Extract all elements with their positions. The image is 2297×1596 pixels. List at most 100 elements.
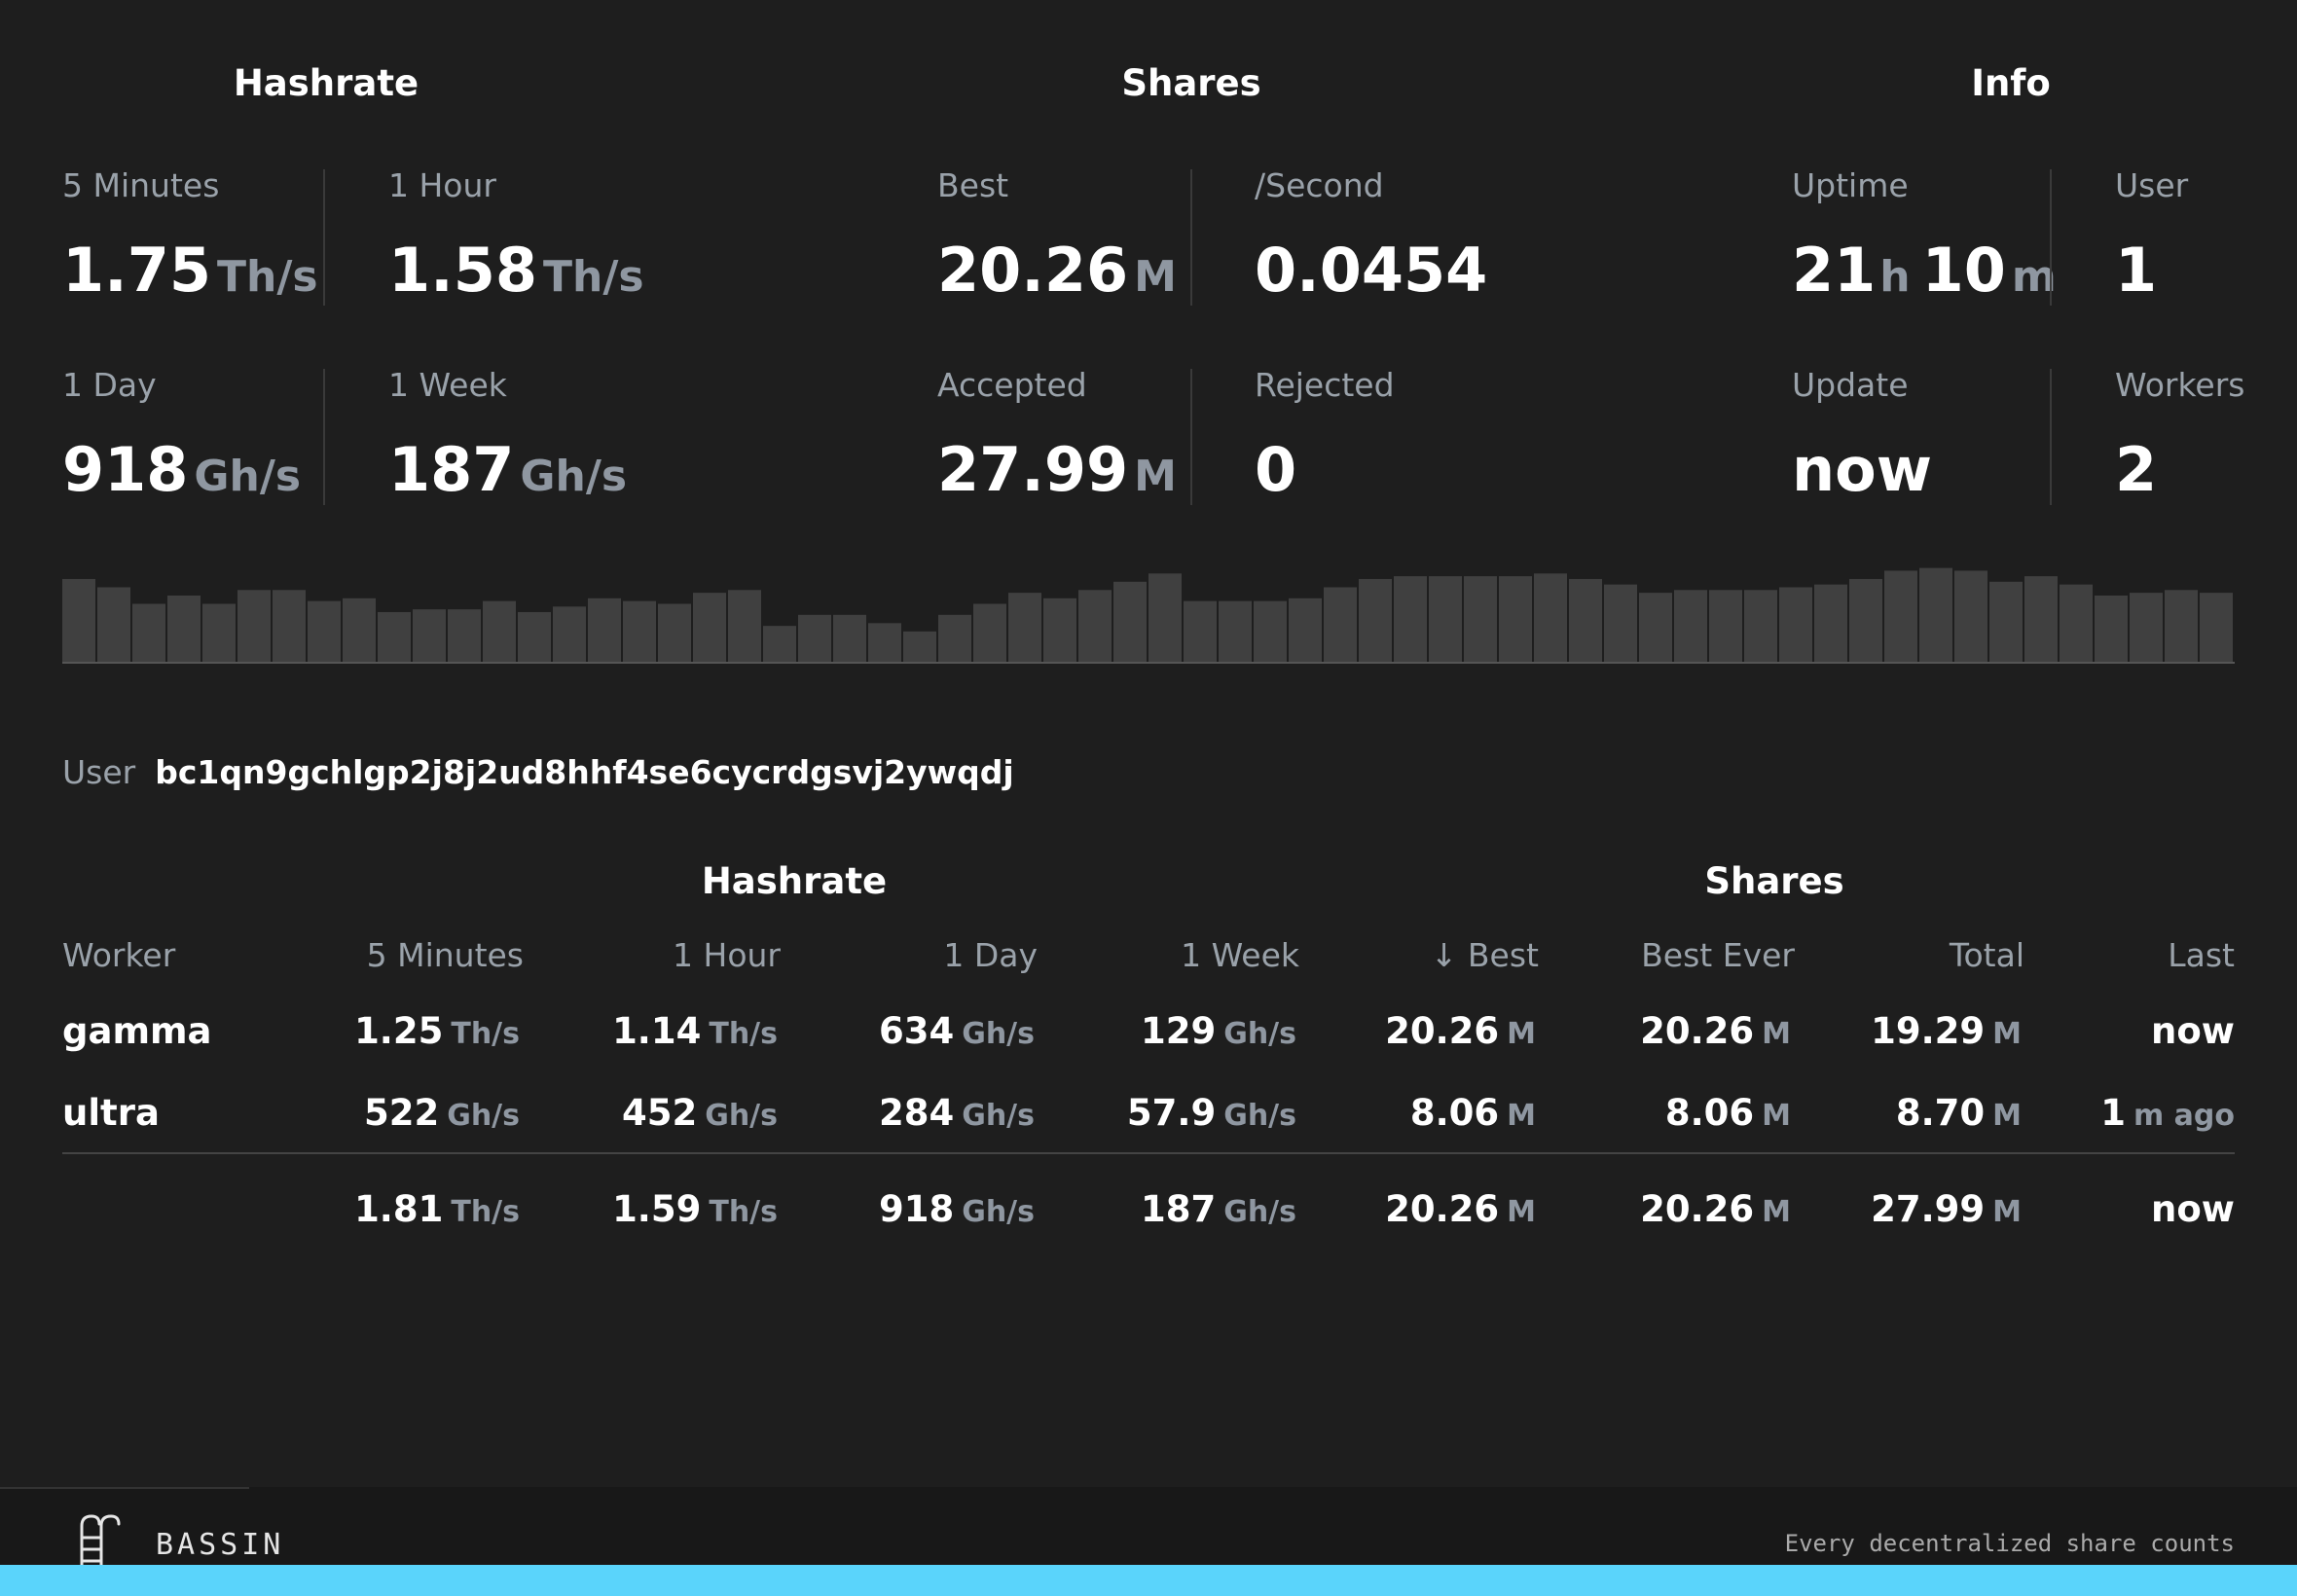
- hashrate-bar: [1008, 593, 1041, 663]
- hashrate-bar: [1254, 600, 1287, 662]
- worker-best-ever: 20.26 M: [1640, 1010, 1791, 1052]
- hashrate-bar: [167, 595, 201, 662]
- hashrate-bar: [1849, 578, 1882, 662]
- column-header-best-ever[interactable]: Best Ever: [1641, 936, 1795, 974]
- hashrate-history-chart: [62, 567, 2235, 664]
- brand-name[interactable]: BASSIN: [156, 1528, 284, 1562]
- column-header-worker[interactable]: Worker: [62, 936, 175, 974]
- hashrate-section-title: Hashrate: [233, 62, 419, 104]
- hashrate-bar: [1219, 600, 1252, 662]
- worker-hashrate-1hour: 1.14 Th/s: [612, 1010, 778, 1052]
- worker-last: now: [2151, 1010, 2235, 1052]
- hashrate-bar: [1043, 598, 1076, 662]
- info-user-stat: User 1: [2115, 169, 2188, 301]
- column-header-1-week[interactable]: 1 Week: [1181, 936, 1299, 974]
- stat-value: 20.26 M: [937, 235, 1177, 306]
- stat-label: Uptime: [1792, 166, 1909, 204]
- hashrate-bar: [2060, 584, 2093, 662]
- stat-value: now: [1792, 434, 1933, 505]
- hashrate-bar: [588, 598, 621, 662]
- hashrate-bar: [763, 626, 796, 662]
- hashrate-bar: [1148, 573, 1182, 662]
- hashrate-bar: [1919, 567, 1952, 662]
- total-last: now: [2151, 1188, 2235, 1230]
- worker-total: 19.29 M: [1871, 1010, 2022, 1052]
- stat-value: 1.58 Th/s: [388, 235, 644, 306]
- stat-value: 0.0454: [1255, 235, 1488, 306]
- hashrate-1week-stat: 1 Week 187 Gh/s: [388, 369, 627, 500]
- hashrate-bar: [1113, 581, 1147, 662]
- hashrate-bar: [202, 603, 236, 662]
- column-header-1-day[interactable]: 1 Day: [943, 936, 1038, 974]
- stat-label: 1 Week: [388, 366, 507, 404]
- hashrate-bar: [378, 611, 411, 662]
- worker-best-ever: 8.06 M: [1664, 1092, 1791, 1134]
- hashrate-bar: [2095, 595, 2128, 662]
- column-header-best-sorted[interactable]: ↓ Best: [1431, 936, 1539, 974]
- hashrate-bar: [343, 598, 376, 662]
- hashrate-bar: [1499, 576, 1532, 662]
- hashrate-bar: [1954, 570, 1987, 662]
- worker-name[interactable]: gamma: [62, 1010, 212, 1052]
- hashrate-bar: [1464, 576, 1497, 662]
- stat-value: 0: [1255, 434, 1297, 505]
- stat-value: 21h 10 m: [1792, 235, 2057, 306]
- column-header-1-hour[interactable]: 1 Hour: [673, 936, 781, 974]
- worker-last: 1m ago: [2100, 1092, 2235, 1134]
- stat-value: 1: [2115, 235, 2158, 306]
- divider: [1190, 369, 1192, 505]
- divider: [323, 369, 325, 505]
- footer: BASSIN Every decentralized share counts: [0, 1487, 2297, 1596]
- hashrate-bar: [518, 611, 551, 662]
- hashrate-bar: [1534, 573, 1567, 662]
- hashrate-bar: [62, 578, 95, 662]
- hashrate-bar: [623, 600, 656, 662]
- hashrate-bar: [1639, 593, 1672, 663]
- hashrate-bar: [973, 603, 1006, 662]
- hashrate-bar: [1289, 598, 1322, 662]
- table-totals-divider: [62, 1152, 2235, 1154]
- stat-label: Rejected: [1255, 366, 1395, 404]
- stat-label: Accepted: [937, 366, 1087, 404]
- hashrate-bar: [1674, 590, 1707, 662]
- stat-value: 918 Gh/s: [62, 434, 302, 505]
- hashrate-bar: [273, 590, 306, 662]
- shares-best-stat: Best 20.26 M: [937, 169, 1177, 301]
- column-header-total[interactable]: Total: [1950, 936, 2024, 974]
- total-best-ever: 20.26 M: [1640, 1188, 1791, 1230]
- hashrate-bar: [903, 631, 936, 662]
- hashrate-bar: [1394, 576, 1427, 662]
- worker-hashrate-1day: 284 Gh/s: [878, 1092, 1035, 1134]
- shares-per-second-stat: /Second 0.0454: [1255, 169, 1487, 301]
- hashrate-1hour-stat: 1 Hour 1.58 Th/s: [388, 169, 644, 301]
- hashrate-bar: [308, 600, 341, 662]
- user-address[interactable]: bc1qn9gchlgp2j8j2ud8hhf4se6cycrdgsvj2ywq…: [155, 753, 1013, 791]
- hashrate-bar: [728, 590, 761, 662]
- hashrate-bar: [1359, 578, 1392, 662]
- hashrate-bar: [2130, 593, 2163, 663]
- footer-top-line: [0, 1487, 249, 1489]
- info-section-title: Info: [1971, 62, 2051, 104]
- divider: [323, 169, 325, 306]
- total-best: 20.26 M: [1385, 1188, 1536, 1230]
- stat-label: Workers: [2115, 366, 2245, 404]
- hashrate-bar: [798, 614, 831, 662]
- hashrate-bar: [693, 593, 726, 663]
- hashrate-bar: [833, 614, 866, 662]
- column-header-last[interactable]: Last: [2168, 936, 2235, 974]
- worker-hashrate-1day: 634 Gh/s: [878, 1010, 1035, 1052]
- hashrate-bar: [483, 600, 516, 662]
- info-uptime-stat: Uptime 21h 10 m: [1792, 169, 2057, 301]
- user-label: User: [62, 753, 136, 791]
- hashrate-1day-stat: 1 Day 918 Gh/s: [62, 369, 301, 500]
- column-header-5-minutes[interactable]: 5 Minutes: [367, 936, 524, 974]
- hashrate-bar: [97, 587, 130, 662]
- hashrate-bar: [2200, 593, 2233, 663]
- worker-hashrate-1week: 57.9 Gh/s: [1126, 1092, 1296, 1134]
- worker-hashrate-5min: 522 Gh/s: [363, 1092, 520, 1134]
- hashrate-bar: [1604, 584, 1637, 662]
- total-hashrate-1day: 918 Gh/s: [878, 1188, 1035, 1230]
- hashrate-bar: [2165, 590, 2198, 662]
- worker-name[interactable]: ultra: [62, 1092, 160, 1134]
- hashrate-bar: [1569, 578, 1602, 662]
